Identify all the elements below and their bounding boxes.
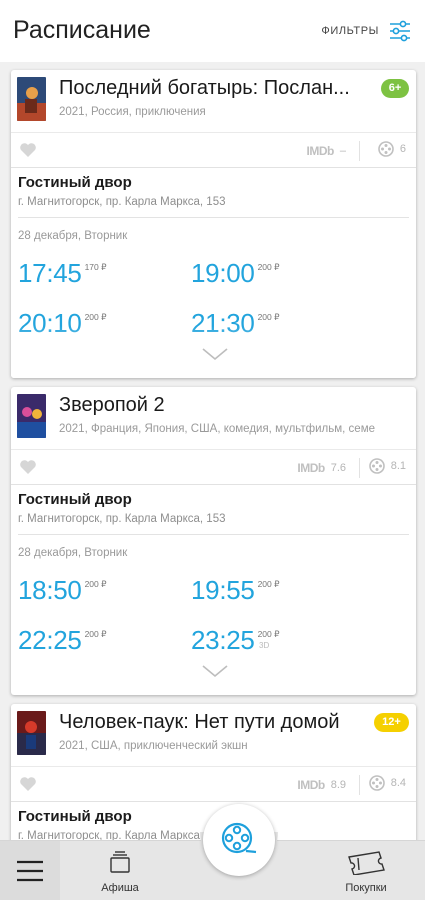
session-price: 200 ₽ (257, 579, 280, 589)
movie-header[interactable]: Зверопой 2 2021, Франция, Япония, США, к… (11, 387, 416, 449)
kinopoisk-rating: 6 (378, 141, 406, 157)
session-time-value: 22:25 (18, 625, 82, 655)
movie-header[interactable]: Последний богатырь: Послан... 2021, Росс… (11, 70, 416, 132)
page-title: Расписание (13, 16, 151, 44)
imdb-rating: IMDb 8.9 (297, 775, 360, 795)
session-time[interactable]: 22:25 200 ₽ (18, 625, 107, 656)
session-price: 170 ₽ (84, 262, 107, 272)
cinema-info[interactable]: Гостиный двор г. Магнитогорск, пр. Карла… (11, 485, 416, 535)
filter-sliders-icon (390, 20, 410, 42)
film-reel-icon (368, 458, 385, 474)
session-price: 200 ₽ (84, 629, 107, 639)
cinema-address: г. Магнитогорск, пр. Карла Маркса, 153 (18, 513, 226, 525)
session-time[interactable]: 23:25 200 ₽ 3D (191, 625, 280, 656)
schedule-fab-button[interactable] (203, 804, 275, 876)
filters-label: ФИЛЬТРЫ (321, 25, 379, 37)
movie-poster (17, 711, 46, 755)
schedule-feed[interactable]: Последний богатырь: Послан... 2021, Росс… (0, 62, 425, 840)
imdb-logo: IMDb (297, 778, 325, 792)
menu-button[interactable] (0, 841, 60, 900)
heart-icon[interactable] (19, 142, 37, 158)
movie-poster (17, 77, 46, 121)
session-time[interactable]: 19:00 200 ₽ (191, 258, 280, 289)
film-reel-icon (221, 822, 257, 854)
tickets-stack-icon (110, 851, 130, 873)
nav-item-afisha[interactable]: Афиша (80, 849, 160, 894)
filters-button[interactable]: ФИЛЬТРЫ (321, 20, 411, 42)
session-format: 3D (259, 641, 270, 650)
movie-meta: 2021, Россия, приключения (59, 106, 206, 118)
nav-label: Афиша (101, 882, 139, 894)
top-bar: Расписание ФИЛЬТРЫ (0, 0, 425, 62)
imdb-rating: IMDb 7.6 (297, 458, 360, 478)
hamburger-menu-icon (17, 860, 43, 882)
movie-card[interactable]: Последний богатырь: Послан... 2021, Росс… (11, 70, 416, 378)
age-rating-badge: 12+ (374, 713, 409, 732)
imdb-value: – (339, 145, 346, 157)
nav-item-purchases[interactable]: Покупки (326, 849, 406, 894)
session-time-value: 19:00 (191, 258, 255, 288)
film-reel-icon (368, 775, 385, 791)
kinopoisk-rating: 8.4 (368, 775, 406, 791)
session-time-value: 17:45 (18, 258, 82, 288)
session-price: 200 ₽ (84, 312, 107, 322)
divider (18, 534, 409, 535)
ticket-icon (348, 851, 385, 876)
imdb-value: 8.9 (330, 779, 346, 791)
cinema-name: Гостиный двор (18, 174, 132, 191)
movie-poster (17, 394, 46, 438)
kinopoisk-value: 6 (399, 143, 406, 155)
kinopoisk-value: 8.1 (390, 460, 406, 472)
session-price: 200 ₽ (257, 262, 280, 272)
heart-icon[interactable] (19, 459, 37, 475)
rating-row: IMDb – 6 (11, 132, 416, 168)
kinopoisk-rating: 8.1 (368, 458, 406, 474)
movie-meta: 2021, США, приключенческий экшн (59, 740, 248, 752)
kinopoisk-value: 8.4 (390, 777, 406, 789)
session-time-value: 19:55 (191, 575, 255, 605)
nav-label: Покупки (345, 882, 387, 894)
session-time[interactable]: 17:45 170 ₽ (18, 258, 107, 289)
age-rating-badge: 6+ (381, 79, 409, 98)
cinema-name: Гостиный двор (18, 491, 132, 508)
movie-card[interactable]: Зверопой 2 2021, Франция, Япония, США, к… (11, 387, 416, 695)
cinema-info[interactable]: Гостиный двор г. Магнитогорск, пр. Карла… (11, 168, 416, 218)
session-time[interactable]: 19:55 200 ₽ (191, 575, 280, 606)
movie-header[interactable]: Человек-паук: Нет пути домой 2021, США, … (11, 704, 416, 766)
heart-icon[interactable] (19, 776, 37, 792)
chevron-down-icon[interactable] (201, 664, 229, 678)
imdb-logo: IMDb (306, 144, 335, 158)
session-time[interactable]: 18:50 200 ₽ (18, 575, 107, 606)
session-date: 28 декабря, Вторник (18, 547, 128, 559)
session-price: 200 ₽ (257, 629, 280, 639)
session-price: 200 ₽ (257, 312, 280, 322)
movie-title: Последний богатырь: Послан... (59, 77, 350, 99)
imdb-value: 7.6 (330, 462, 346, 474)
session-date: 28 декабря, Вторник (18, 230, 128, 242)
imdb-logo: IMDb (297, 461, 325, 475)
cinema-address: г. Магнитогорск, пр. Карла Маркса, 153 (18, 196, 226, 208)
chevron-down-icon[interactable] (201, 347, 229, 361)
movie-title: Зверопой 2 (59, 394, 165, 416)
film-reel-icon (378, 141, 394, 157)
bottom-navigation: Афиша Покупки (0, 804, 425, 900)
rating-row: IMDb 7.6 8.1 (11, 449, 416, 485)
session-time-value: 23:25 (191, 625, 255, 655)
movie-title: Человек-паук: Нет пути домой (59, 711, 340, 733)
imdb-rating: IMDb – (307, 141, 360, 161)
session-time-value: 18:50 (18, 575, 82, 605)
rating-row: IMDb 8.9 8.4 (11, 766, 416, 802)
divider (18, 217, 409, 218)
movie-meta: 2021, Франция, Япония, США, комедия, мул… (59, 423, 376, 435)
session-price: 200 ₽ (84, 579, 107, 589)
